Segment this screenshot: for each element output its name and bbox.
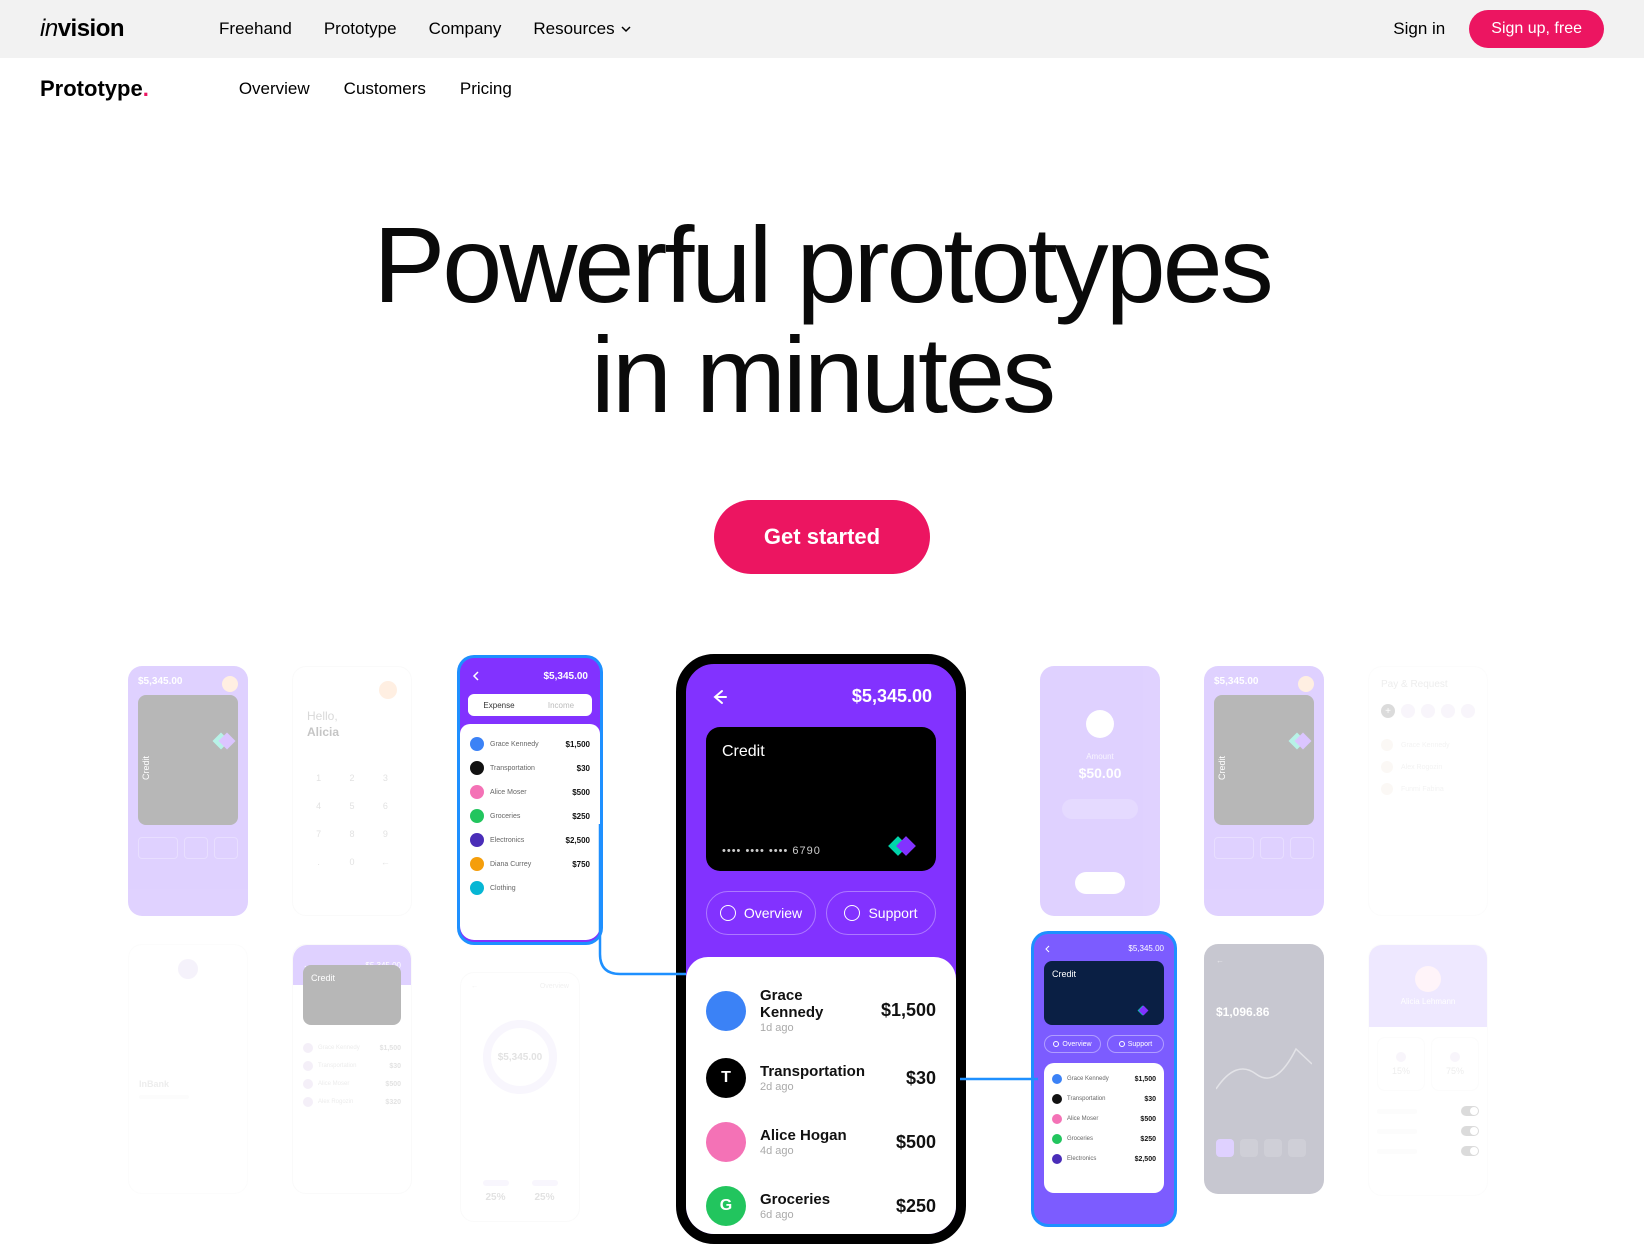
card-logo-icon bbox=[218, 735, 230, 747]
sign-up-button[interactable]: Sign up, free bbox=[1469, 10, 1604, 48]
list-item: Alice Moser$500 bbox=[1052, 1109, 1156, 1129]
list-item: Clothing bbox=[470, 876, 590, 900]
mock-inbank: InBank bbox=[128, 944, 248, 1194]
overview-pill: Overview bbox=[1044, 1035, 1101, 1053]
card-logo-icon bbox=[1294, 735, 1306, 747]
list-item: Electronics$2,500 bbox=[470, 828, 590, 852]
main-nav-links: Freehand Prototype Company Resources bbox=[219, 19, 631, 39]
mock-hello-keypad: Hello,Alicia 123 456 789 .0← bbox=[292, 666, 412, 916]
prototype-logo[interactable]: Prototype. bbox=[40, 76, 149, 102]
balance-text: $5,345.00 bbox=[544, 671, 589, 682]
avatar-icon bbox=[379, 681, 397, 699]
list-item: Alex Rogozin$320 bbox=[303, 1093, 401, 1111]
avatar-icon bbox=[1298, 676, 1314, 692]
sub-navigation: Prototype. Overview Customers Pricing bbox=[0, 58, 1644, 120]
avatar-icon bbox=[1415, 966, 1441, 992]
mock-donut-chart: ←Overview $5,345.00 25% 25% bbox=[460, 972, 580, 1222]
mock-amount-purple: Amount $50.00 bbox=[1040, 666, 1160, 916]
avatar-icon bbox=[178, 959, 198, 979]
support-pill: Support bbox=[1107, 1035, 1164, 1053]
nav-resources[interactable]: Resources bbox=[533, 19, 630, 39]
nav-prototype[interactable]: Prototype bbox=[324, 19, 397, 39]
list-item: Transportation$30 bbox=[1052, 1089, 1156, 1109]
avatar-icon bbox=[1086, 710, 1114, 738]
balance-text: $1,096.86 bbox=[1216, 1005, 1312, 1019]
list-item: Grace Kennedy bbox=[1381, 734, 1475, 756]
list-item: Diana Currey$750 bbox=[470, 852, 590, 876]
sign-in-link[interactable]: Sign in bbox=[1393, 19, 1445, 39]
subnav-pricing[interactable]: Pricing bbox=[460, 79, 512, 99]
toggle-icon bbox=[1461, 1126, 1479, 1136]
list-item: Groceries$250 bbox=[1052, 1129, 1156, 1149]
phone-support-btn: Support bbox=[826, 891, 936, 935]
back-arrow-icon bbox=[472, 671, 482, 681]
list-item: Funmi Fabina bbox=[1381, 778, 1475, 800]
mock-credit-small: ←$5,345.00 Credit Grace Kennedy$1,500Tra… bbox=[292, 944, 412, 1194]
mock-expense-list-highlighted: $5,345.00 Expense Income Grace Kennedy$1… bbox=[460, 658, 600, 942]
avatar-icon bbox=[222, 676, 238, 692]
list-item: Alice Moser$500 bbox=[303, 1075, 401, 1093]
hero-phone-mockup: $5,345.00 Credit •••• •••• •••• 6790 Ove… bbox=[676, 654, 966, 1244]
credit-card-graphic: Credit bbox=[1214, 695, 1314, 825]
mock-profile: Alicia Lehmann 15% 75% bbox=[1368, 944, 1488, 1196]
credit-card-graphic: Credit bbox=[138, 695, 238, 825]
card-logo-icon bbox=[1142, 1007, 1156, 1017]
connector-line-left bbox=[598, 824, 688, 1084]
chat-icon bbox=[844, 905, 860, 921]
list-item: Transportation$30 bbox=[470, 756, 590, 780]
donut-chart-icon: $5,345.00 bbox=[483, 1020, 557, 1094]
phone-balance: $5,345.00 bbox=[852, 686, 932, 707]
list-item: Alice Moser$500 bbox=[470, 780, 590, 804]
connector-line-right bbox=[960, 1074, 1040, 1084]
mock-line-chart: ← $1,096.86 bbox=[1204, 944, 1324, 1194]
top-navigation: invision Freehand Prototype Company Reso… bbox=[0, 0, 1644, 58]
toggle-icon bbox=[1461, 1146, 1479, 1156]
list-item: Grace Kennedy$1,500 bbox=[1052, 1069, 1156, 1089]
transaction-row: GGroceries6d ago$250 bbox=[706, 1174, 936, 1238]
back-arrow-icon bbox=[1044, 945, 1052, 953]
tab-expense: Expense bbox=[468, 697, 530, 714]
list-item: Groceries$250 bbox=[470, 804, 590, 828]
mock-credit-highlighted: $5,345.00 Credit Overview Support Grace … bbox=[1034, 934, 1174, 1224]
nav-company[interactable]: Company bbox=[429, 19, 502, 39]
list-item: Electronics$2,500 bbox=[1052, 1149, 1156, 1169]
subnav-customers[interactable]: Customers bbox=[344, 79, 426, 99]
card-logo-icon bbox=[894, 839, 920, 857]
hero-headline: Powerful prototypesin minutes bbox=[0, 210, 1644, 430]
list-item: Alex Rogozin bbox=[1381, 756, 1475, 778]
nav-freehand[interactable]: Freehand bbox=[219, 19, 292, 39]
transaction-row: Grace Kennedy1d ago$1,500 bbox=[706, 975, 936, 1046]
tab-income: Income bbox=[530, 697, 592, 714]
list-item: Grace Kennedy$1,500 bbox=[470, 732, 590, 756]
get-started-button[interactable]: Get started bbox=[714, 500, 930, 574]
back-arrow-icon bbox=[710, 688, 728, 706]
mock-pay-request: Pay & Request + Grace KennedyAlex Rogozi… bbox=[1368, 666, 1488, 916]
chevron-down-icon bbox=[621, 24, 631, 34]
transaction-row: Alice Hogan4d ago$500 bbox=[706, 1110, 936, 1174]
toggle-icon bbox=[1461, 1106, 1479, 1116]
line-chart-icon bbox=[1216, 1029, 1312, 1109]
mock-wallet-purple-2: $5,345.00 Credit bbox=[1204, 666, 1324, 916]
credit-card-graphic: Credit •••• •••• •••• 6790 bbox=[706, 727, 936, 871]
phone-overview-btn: Overview bbox=[706, 891, 816, 935]
add-icon: + bbox=[1381, 704, 1395, 718]
clock-icon bbox=[720, 905, 736, 921]
invision-logo[interactable]: invision bbox=[40, 15, 124, 43]
sub-nav-links: Overview Customers Pricing bbox=[239, 79, 512, 99]
prototype-gallery: $5,345.00 Credit Hello,Alicia 123 456 78… bbox=[0, 644, 1644, 1244]
mock-wallet-purple-1: $5,345.00 Credit bbox=[128, 666, 248, 916]
hero-section: Powerful prototypesin minutes Get starte… bbox=[0, 120, 1644, 574]
list-item: Transportation$30 bbox=[303, 1057, 401, 1075]
list-item: Grace Kennedy$1,500 bbox=[303, 1039, 401, 1057]
balance-text: $5,345.00 bbox=[1128, 944, 1164, 953]
subnav-overview[interactable]: Overview bbox=[239, 79, 310, 99]
transaction-row: TTransportation2d ago$30 bbox=[706, 1046, 936, 1110]
